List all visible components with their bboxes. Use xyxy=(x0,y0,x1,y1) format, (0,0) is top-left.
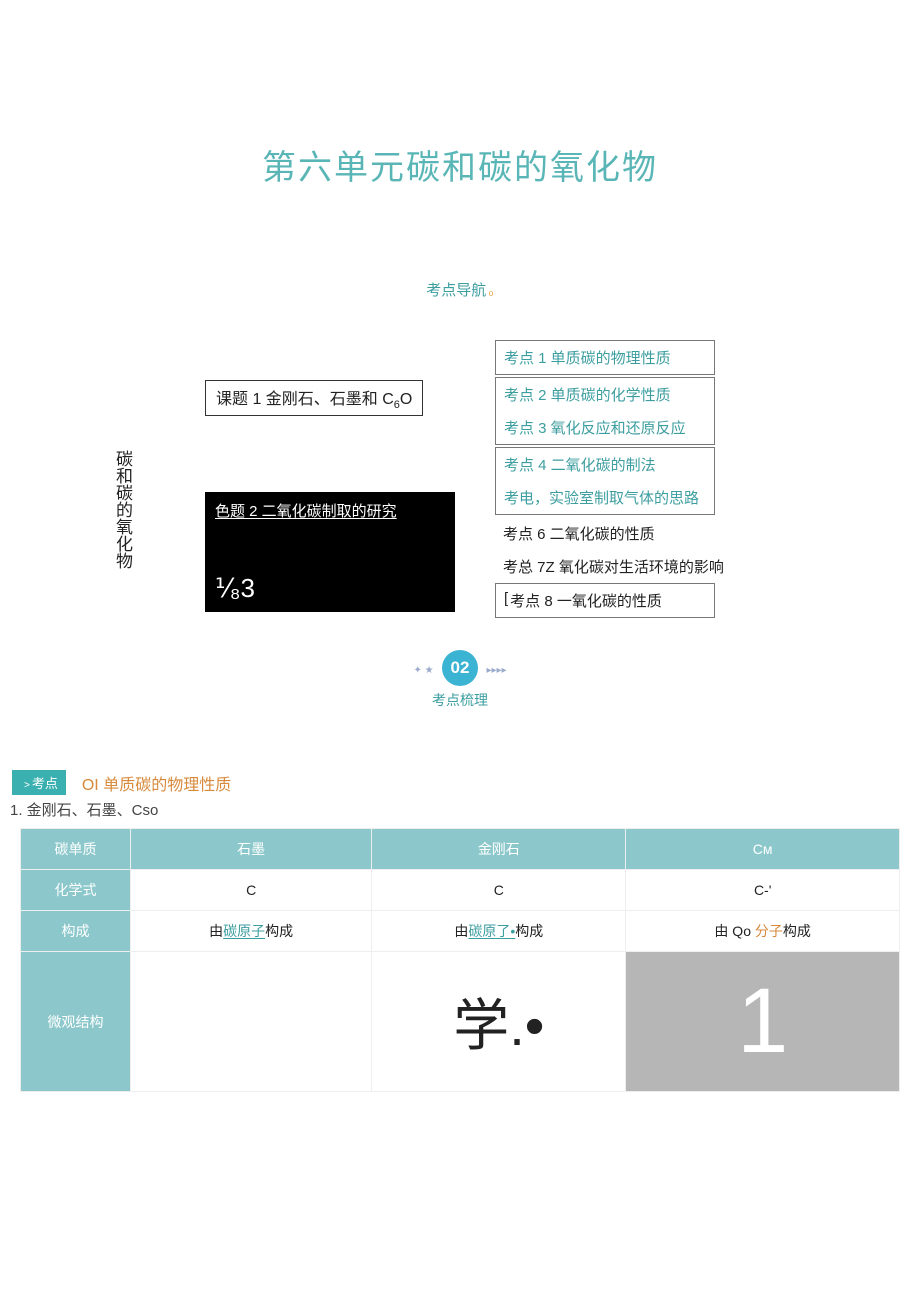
th-0: 碳单质 xyxy=(21,829,131,870)
topic-subline: 1. 金刚石、石墨、Cso xyxy=(10,799,900,820)
topic-1-box: 课题 1 金刚石、石墨和 C6O xyxy=(205,380,423,416)
row-label-build: 构成 xyxy=(21,911,131,952)
keypoint-group-2: 考点 2 单质碳的化学性质 考点 3 氧化反应和还原反应 xyxy=(495,377,715,445)
outline-diagram: 碳和碳的氧化物 课题 1 金刚石、石墨和 C6O 色题 2 二氧化碳制取的研究 … xyxy=(20,340,900,620)
unit-title: 第六单元碳和碳的氧化物 xyxy=(20,140,900,189)
topic-2-fraction: ⅟₈3 xyxy=(215,573,255,604)
row-label-formula: 化学式 xyxy=(21,870,131,911)
cell-formula-2: C xyxy=(372,870,626,911)
cell-struct-1 xyxy=(131,952,372,1092)
cell-build-2b: 构成 xyxy=(515,923,543,939)
keypoint-group-1: 考点 1 单质碳的物理性质 xyxy=(495,340,715,375)
cell-build-2-link: 碳原了• xyxy=(468,923,515,939)
keypoint-2: 考点 2 单质碳的化学性质 xyxy=(496,377,714,411)
keypoint-8-row: [ 考点 8 一氧化碳的性质 xyxy=(496,583,714,617)
cell-struct-2: 学.• xyxy=(372,952,626,1092)
cell-build-3-org: 分子 xyxy=(755,923,783,939)
keypoint-5: 考电，实验室制取气体的思路 xyxy=(496,481,714,514)
topic-heading-row: >考点 OI 单质碳的物理性质 xyxy=(12,770,900,795)
deco-left-icon: ✦ ★ xyxy=(413,665,433,676)
th-2: 金刚石 xyxy=(372,829,626,870)
keypoint-6: 考点 6 二氧化碳的性质 xyxy=(495,517,732,550)
cell-formula-1: C xyxy=(131,870,372,911)
chevron-right-icon: > xyxy=(24,780,30,791)
page: 第六单元碳和碳的氧化物 考点导航₀ 碳和碳的氧化物 课题 1 金刚石、石墨和 C… xyxy=(0,0,920,1152)
carbon-table: 碳单质 石墨 金刚石 Cᴍ 化学式 C C C-' 构成 由碳原子构成 由碳原了… xyxy=(20,828,900,1092)
bracket-icon: [ xyxy=(504,590,508,611)
th-3: Cᴍ xyxy=(626,829,900,870)
section-02-label: 考点梳理 xyxy=(20,690,900,710)
cell-build-3: 由 Qo 分子构成 xyxy=(626,911,900,952)
keypoint-7: 考总 7Z 氧化碳对生活环境的影响 xyxy=(495,550,732,583)
cell-build-3b: 构成 xyxy=(783,923,811,939)
table-row-struct: 微观结构 学.• 1 xyxy=(21,952,900,1092)
topic-title: OI 单质碳的物理性质 xyxy=(82,771,231,795)
nav-heading-text: 考点导航 xyxy=(426,282,486,299)
keypoint-group-3: 考点 4 二氧化碳的制法 考电，实验室制取气体的思路 xyxy=(495,447,715,515)
topic-tag: >考点 xyxy=(12,770,66,795)
topic-1-suffix: O xyxy=(400,391,412,408)
section-02-icon: ✦ ★ 02 ▸▸▸▸ xyxy=(409,650,510,686)
keypoint-1: 考点 1 单质碳的物理性质 xyxy=(496,340,714,374)
topic-2-block: 色题 2 二氧化碳制取的研究 ⅟₈3 xyxy=(205,492,455,612)
cell-build-1: 由碳原子构成 xyxy=(131,911,372,952)
keypoint-8: 考点 8 一氧化碳的性质 xyxy=(510,590,662,611)
th-1: 石墨 xyxy=(131,829,372,870)
keypoint-group-4: [ 考点 8 一氧化碳的性质 xyxy=(495,583,715,618)
table-row-formula: 化学式 C C C-' xyxy=(21,870,900,911)
topic-2-title: 色题 2 二氧化碳制取的研究 xyxy=(215,500,445,521)
section-number-badge: 02 xyxy=(442,650,478,686)
row-label-struct: 微观结构 xyxy=(21,952,131,1092)
keypoint-3: 考点 3 氧化反应和还原反应 xyxy=(496,411,714,444)
section-02-heading: ✦ ★ 02 ▸▸▸▸ 考点梳理 xyxy=(20,650,900,710)
topic-1-prefix: 课题 1 金刚石、石墨和 C xyxy=(216,391,394,408)
cell-build-2a: 由 xyxy=(454,923,468,939)
cell-struct-3: 1 xyxy=(626,952,900,1092)
keypoint-4: 考点 4 二氧化碳的制法 xyxy=(496,447,714,481)
keypoints-column: 考点 1 单质碳的物理性质 考点 2 单质碳的化学性质 考点 3 氧化反应和还原… xyxy=(495,340,732,620)
cell-build-3a: 由 Qo xyxy=(714,923,754,939)
nav-heading: 考点导航₀ xyxy=(20,279,900,300)
table-head-row: 碳单质 石墨 金刚石 Cᴍ xyxy=(21,829,900,870)
table-row-build: 构成 由碳原子构成 由碳原了•构成 由 Qo 分子构成 xyxy=(21,911,900,952)
nav-heading-mark: ₀ xyxy=(488,283,493,298)
topics-column: 课题 1 金刚石、石墨和 C6O 色题 2 二氧化碳制取的研究 ⅟₈3 xyxy=(205,340,455,612)
cell-build-1b: 构成 xyxy=(265,923,293,939)
deco-right-icon: ▸▸▸▸ xyxy=(486,665,506,676)
cell-build-1a: 由 xyxy=(209,923,223,939)
cell-build-1-link: 碳原子 xyxy=(223,923,265,939)
vertical-category-label: 碳和碳的氧化物 xyxy=(110,450,135,569)
topic-tag-text: 考点 xyxy=(32,776,58,791)
cell-build-2: 由碳原了•构成 xyxy=(372,911,626,952)
cell-formula-3: C-' xyxy=(626,870,900,911)
